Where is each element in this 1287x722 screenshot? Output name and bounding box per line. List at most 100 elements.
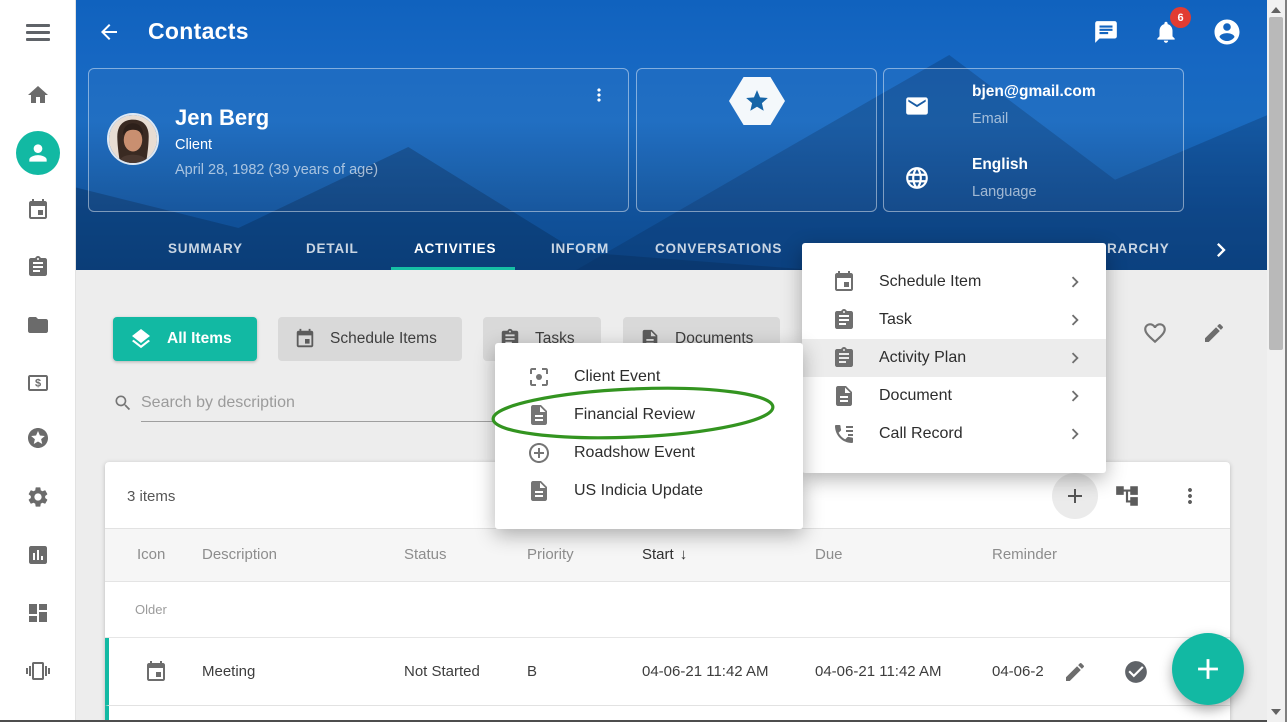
clipboard-icon xyxy=(832,346,856,370)
sidebar-item-billing[interactable] xyxy=(26,371,50,395)
scrollbar-thumb[interactable] xyxy=(1269,17,1283,350)
sidebar-item-contacts-active[interactable] xyxy=(16,131,60,175)
filter-label: Schedule Items xyxy=(330,330,437,348)
sidebar xyxy=(0,0,76,722)
menu-item-activity-plan[interactable]: Activity Plan xyxy=(802,339,1106,377)
cell-description: Meeting xyxy=(202,663,255,680)
calendar-icon xyxy=(832,270,856,294)
add-item-button[interactable] xyxy=(1052,473,1098,519)
filter-label: All Items xyxy=(167,330,232,348)
account-circle-icon xyxy=(1212,17,1242,47)
active-tab-underline xyxy=(391,267,515,270)
star-hexagon-badge xyxy=(729,77,785,125)
plus-icon xyxy=(1191,652,1225,686)
plus-circle-icon xyxy=(527,441,551,465)
app-window: Contacts 6 Jen Berg Client April 28, 198… xyxy=(0,0,1287,722)
cell-due: 04-06-21 11:42 AM xyxy=(815,663,941,680)
row-calendar-icon xyxy=(144,660,168,684)
pencil-icon xyxy=(1202,321,1226,345)
edit-button[interactable] xyxy=(1202,321,1226,345)
plus-icon xyxy=(1063,484,1087,508)
hierarchy-view-button[interactable] xyxy=(1114,483,1140,509)
email-label: Email xyxy=(972,111,1008,127)
profile-card: Jen Berg Client April 28, 1982 (39 years… xyxy=(88,68,629,212)
column-icon[interactable]: Icon xyxy=(137,546,165,563)
column-description[interactable]: Description xyxy=(202,546,277,563)
document-icon xyxy=(527,479,551,503)
center-focus-icon xyxy=(527,365,551,389)
account-button[interactable] xyxy=(1212,17,1242,47)
scroll-down-arrow[interactable] xyxy=(1271,709,1281,715)
phone-list-icon xyxy=(832,422,856,446)
page-title: Contacts xyxy=(148,18,249,45)
tab-conversations[interactable]: CONVERSATIONS xyxy=(655,228,782,270)
menu-item-call-record[interactable]: Call Record xyxy=(802,415,1106,453)
panel-more-button[interactable] xyxy=(1178,484,1202,508)
column-reminder[interactable]: Reminder xyxy=(992,546,1057,563)
sidebar-item-reports[interactable] xyxy=(26,543,50,567)
scrollbar xyxy=(1267,0,1285,722)
sidebar-item-tasks[interactable] xyxy=(26,255,50,279)
menu-item-document[interactable]: Document xyxy=(802,377,1106,415)
sidebar-menu-button[interactable] xyxy=(26,24,50,41)
sidebar-item-settings[interactable] xyxy=(26,485,50,509)
heart-icon xyxy=(1142,320,1168,346)
menu-item-schedule-item[interactable]: Schedule Item xyxy=(802,263,1106,301)
calendar-icon xyxy=(26,198,50,222)
column-start-sorted[interactable]: Start↓ xyxy=(642,546,687,563)
dashboard-icon xyxy=(26,601,50,625)
gear-icon xyxy=(26,485,50,509)
favorite-button[interactable] xyxy=(1142,320,1168,346)
check-circle-icon xyxy=(1123,659,1149,685)
scroll-up-arrow[interactable] xyxy=(1271,7,1281,13)
person-icon xyxy=(25,140,51,166)
page-header: Contacts 6 Jen Berg Client April 28, 198… xyxy=(76,0,1267,270)
table-row[interactable]: Meeting Not Started B 04-06-21 11:42 AM … xyxy=(105,638,1230,706)
folder-icon xyxy=(26,313,50,337)
back-button[interactable] xyxy=(97,20,121,44)
search-icon xyxy=(113,393,133,413)
cell-priority: B xyxy=(527,663,537,680)
profile-more-button[interactable] xyxy=(589,85,609,105)
add-fab-button[interactable] xyxy=(1172,633,1244,705)
items-count: 3 items xyxy=(127,488,175,505)
row-edit-button[interactable] xyxy=(1063,660,1087,684)
document-icon xyxy=(527,403,551,427)
tree-icon xyxy=(1114,483,1140,509)
filter-schedule-items-button[interactable]: Schedule Items xyxy=(278,317,462,361)
email-value: bjen@gmail.com xyxy=(972,83,1096,101)
sidebar-item-mobile[interactable] xyxy=(26,659,50,683)
contact-birthdate: April 28, 1982 (39 years of age) xyxy=(175,162,378,178)
filter-all-items-button[interactable]: All Items xyxy=(113,317,257,361)
chat-button[interactable] xyxy=(1093,19,1119,45)
contact-name: Jen Berg xyxy=(175,105,269,131)
tab-summary[interactable]: SUMMARY xyxy=(168,228,243,270)
cell-status: Not Started xyxy=(404,663,480,680)
sidebar-item-calendar[interactable] xyxy=(26,198,50,222)
chevron-right-icon xyxy=(1064,385,1086,407)
sidebar-item-dashboard[interactable] xyxy=(26,601,50,625)
column-priority[interactable]: Priority xyxy=(527,546,574,563)
language-label: Language xyxy=(972,184,1037,200)
sidebar-item-folder[interactable] xyxy=(26,313,50,337)
tab-hierarchy-partial[interactable]: RARCHY xyxy=(1107,228,1170,270)
submenu-item-financial-review[interactable]: Financial Review xyxy=(495,396,803,434)
column-due[interactable]: Due xyxy=(815,546,843,563)
sidebar-item-favorites[interactable] xyxy=(26,426,50,450)
chevron-right-icon xyxy=(1064,271,1086,293)
tab-inform[interactable]: INFORM xyxy=(551,228,609,270)
submenu-item-roadshow-event[interactable]: Roadshow Event xyxy=(495,434,803,472)
activity-plan-submenu: Client Event Financial Review Roadshow E… xyxy=(495,343,803,529)
row-complete-button[interactable] xyxy=(1123,659,1149,685)
tab-detail[interactable]: DETAIL xyxy=(306,228,359,270)
tab-activities[interactable]: ACTIVITIES xyxy=(414,228,496,270)
star-circle-icon xyxy=(26,426,50,450)
submenu-item-client-event[interactable]: Client Event xyxy=(495,358,803,396)
menu-item-task[interactable]: Task xyxy=(802,301,1106,339)
group-row-older: Older xyxy=(105,582,1230,638)
tabs-scroll-button[interactable] xyxy=(1207,236,1235,264)
pencil-icon xyxy=(1063,660,1087,684)
sidebar-item-home[interactable] xyxy=(26,83,50,107)
column-status[interactable]: Status xyxy=(404,546,447,563)
submenu-item-us-indicia-update[interactable]: US Indicia Update xyxy=(495,472,803,510)
